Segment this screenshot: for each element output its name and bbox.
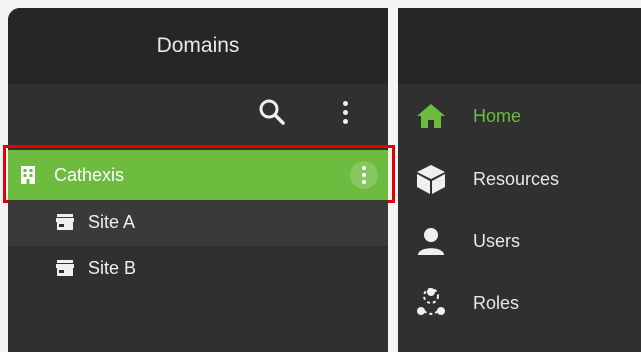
nav-item-resources[interactable]: Resources (414, 162, 559, 196)
navigation-header (398, 8, 641, 84)
tree-item-site-a[interactable]: Site A (56, 210, 135, 234)
navigation-panel: Home Resources Users Roles (398, 8, 641, 352)
home-icon (414, 99, 448, 133)
roles-icon (414, 286, 448, 320)
search-button[interactable] (256, 96, 288, 128)
nav-label: Users (473, 230, 521, 251)
store-icon (56, 214, 74, 230)
domains-header: Domains (8, 8, 388, 84)
nav-item-home[interactable]: Home (414, 99, 521, 133)
cube-icon (414, 162, 448, 196)
nav-item-users[interactable]: Users (414, 224, 520, 258)
nav-label: Home (473, 105, 522, 126)
tree-item-site-b[interactable]: Site B (56, 256, 136, 280)
nav-label: Resources (473, 168, 560, 189)
search-icon (259, 99, 285, 125)
domains-menu-button[interactable] (333, 96, 357, 128)
more-vertical-icon (342, 100, 348, 106)
store-icon (56, 260, 74, 276)
domains-title: Domains (156, 34, 240, 57)
site-label: Site A (88, 211, 136, 232)
nav-label: Roles (473, 292, 520, 313)
selection-highlight (3, 145, 395, 203)
site-label: Site B (88, 257, 137, 278)
nav-item-roles[interactable]: Roles (414, 286, 519, 320)
user-icon (414, 224, 448, 258)
